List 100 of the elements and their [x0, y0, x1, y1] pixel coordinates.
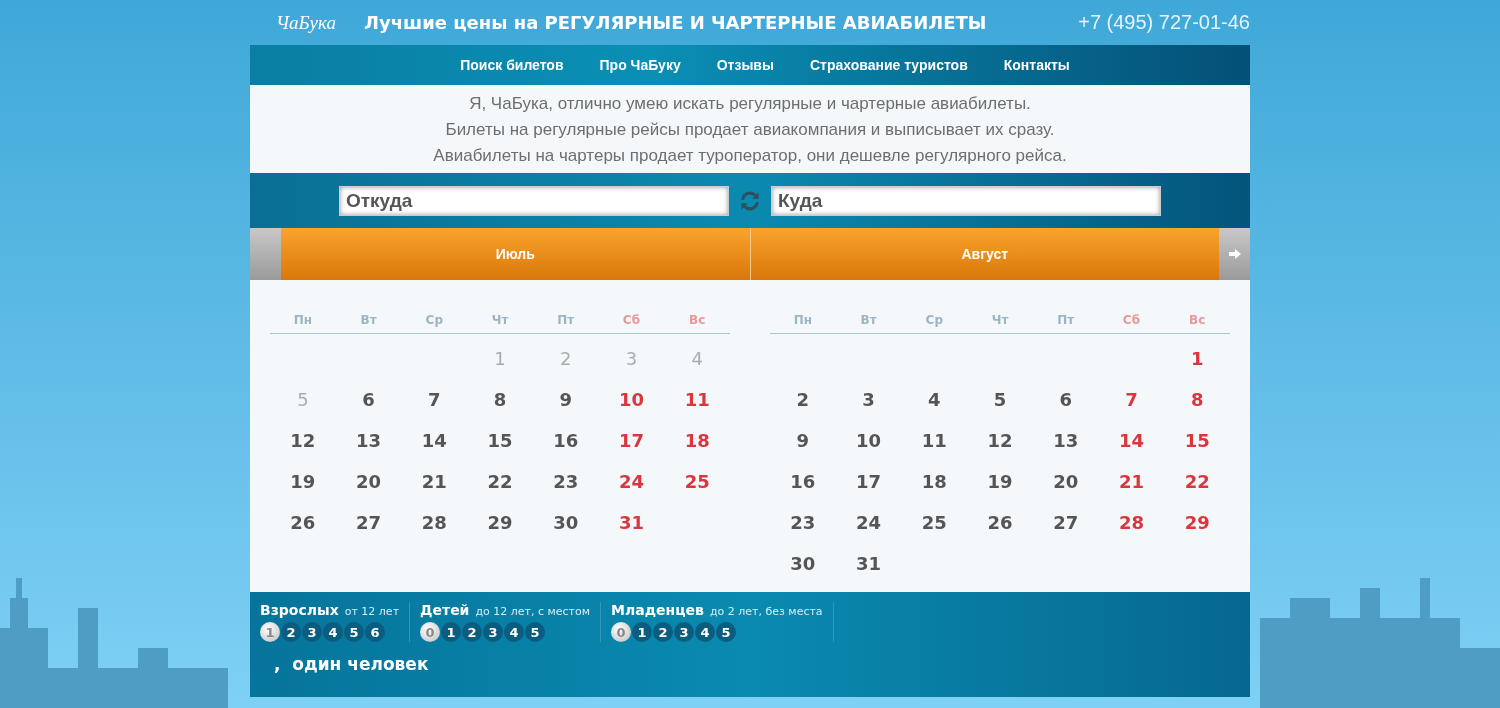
calendar-day[interactable]: 9	[532, 389, 599, 410]
calendar-day[interactable]: 7	[1098, 389, 1165, 410]
weekday-label: Пн	[792, 313, 814, 327]
weekday-label: Ср	[924, 313, 944, 327]
passenger-count-option[interactable]: 4	[323, 622, 343, 642]
calendar-day[interactable]: 21	[401, 471, 468, 492]
previous-month-button[interactable]	[250, 228, 281, 280]
passenger-count-option[interactable]: 2	[462, 622, 483, 642]
intro-text: Я, ЧаБука, отлично умею искать регулярные и чартерные авиабилеты.	[468, 93, 1032, 115]
calendar-day[interactable]: 5	[967, 389, 1033, 410]
calendar-day[interactable]: 6	[335, 389, 402, 410]
passenger-count-option[interactable]: 6	[365, 622, 385, 642]
calendar-day[interactable]: 10	[598, 389, 665, 410]
calendar-day[interactable]: 13	[1032, 430, 1099, 451]
passenger-count-option[interactable]: 1	[441, 622, 462, 642]
passenger-count-option[interactable]: 2	[281, 622, 301, 642]
calendar-day[interactable]: 22	[467, 471, 533, 492]
calendar-day[interactable]: 16	[770, 471, 836, 492]
passenger-count-option[interactable]: 3	[483, 622, 504, 642]
passenger-count-option[interactable]: 1	[632, 622, 653, 642]
calendar-day[interactable]: 25	[901, 512, 968, 533]
calendar-day[interactable]: 25	[664, 471, 731, 492]
site-title: Лучшие цены на РЕГУЛЯРНЫЕ И ЧАРТЕРНЫЕ АВИАБИЛЕТЫ	[364, 12, 987, 33]
calendar-day[interactable]: 27	[1032, 512, 1099, 533]
calendar-day[interactable]: 18	[901, 471, 968, 492]
calendar-day[interactable]: 26	[967, 512, 1033, 533]
calendar-day[interactable]: 19	[270, 471, 336, 492]
calendar-day[interactable]: 17	[598, 430, 665, 451]
calendar-day[interactable]: 10	[835, 430, 902, 451]
calendar-day[interactable]: 7	[401, 389, 468, 410]
calendar-day[interactable]: 23	[770, 512, 836, 533]
calendar-day[interactable]: 20	[335, 471, 402, 492]
calendar-day[interactable]: 13	[335, 430, 402, 451]
nav-link[interactable]: Про ЧаБуку	[599, 57, 681, 73]
calendar-day[interactable]: 14	[1098, 430, 1165, 451]
calendar-day[interactable]: 26	[270, 512, 336, 533]
calendar-day: 1	[467, 348, 533, 369]
calendar-day[interactable]: 8	[1164, 389, 1231, 410]
passenger-age-note: до 2 лет, без места	[709, 605, 823, 618]
calendar-day[interactable]: 31	[598, 512, 665, 533]
from-field[interactable]: Откуда	[339, 185, 729, 216]
calendar-day[interactable]: 14	[401, 430, 468, 451]
calendar-day[interactable]: 15	[1164, 430, 1231, 451]
calendar-day[interactable]: 30	[770, 553, 836, 574]
calendar-day[interactable]: 27	[335, 512, 402, 533]
calendar-day[interactable]: 1	[1164, 348, 1231, 369]
calendar-day[interactable]: 12	[967, 430, 1033, 451]
calendar-day[interactable]: 11	[901, 430, 968, 451]
arrow-right-icon	[1228, 249, 1241, 259]
weekday-label: Пн	[292, 313, 314, 327]
calendar-day[interactable]: 24	[598, 471, 665, 492]
weekday-label: Ср	[424, 313, 444, 327]
weekday-label: Вт	[359, 313, 378, 327]
passenger-age-note: от 12 лет	[344, 605, 400, 618]
passenger-count-option[interactable]: 4	[695, 622, 716, 642]
passenger-count-option[interactable]: 4	[504, 622, 525, 642]
calendar-day[interactable]: 28	[401, 512, 468, 533]
calendar-day[interactable]: 3	[835, 389, 902, 410]
calendar-day[interactable]: 19	[967, 471, 1033, 492]
calendar-day[interactable]: 29	[1164, 512, 1231, 533]
nav-link[interactable]: Отзывы	[716, 57, 774, 73]
calendar-day: 3	[598, 348, 665, 369]
calendar-day[interactable]: 24	[835, 512, 902, 533]
calendar-day[interactable]: 23	[532, 471, 599, 492]
calendar-day[interactable]: 15	[467, 430, 533, 451]
calendar-day[interactable]: 29	[467, 512, 533, 533]
passenger-count-option[interactable]: 5	[525, 622, 546, 642]
passenger-count-option[interactable]: 3	[674, 622, 695, 642]
calendar-day[interactable]: 12	[270, 430, 336, 451]
intro-text: Билеты на регулярные рейсы продает авиакомпания и выписывает их сразу.	[444, 119, 1056, 141]
calendar-day[interactable]: 11	[664, 389, 731, 410]
calendar-day[interactable]: 16	[532, 430, 599, 451]
passenger-type-label: Младенцев	[611, 602, 704, 618]
calendar-day[interactable]: 22	[1164, 471, 1231, 492]
calendar-day[interactable]: 31	[835, 553, 902, 574]
calendar-day[interactable]: 9	[770, 430, 836, 451]
calendar-day[interactable]: 8	[467, 389, 533, 410]
next-month-button[interactable]	[1219, 228, 1250, 280]
passenger-count-option[interactable]: 3	[302, 622, 322, 642]
calendar-day[interactable]: 6	[1032, 389, 1099, 410]
calendar-day[interactable]: 28	[1098, 512, 1165, 533]
nav-link[interactable]: Поиск билетов	[460, 57, 564, 73]
nav-link[interactable]: Контакты	[1003, 57, 1070, 73]
passenger-type-label: Взрослых	[260, 602, 339, 618]
weekday-label: Пт	[556, 313, 576, 327]
calendar-day[interactable]: 4	[901, 389, 968, 410]
calendar-day[interactable]: 21	[1098, 471, 1165, 492]
passenger-count-option[interactable]: 5	[344, 622, 364, 642]
calendar-day[interactable]: 2	[770, 389, 836, 410]
weekday-label: Чт	[490, 313, 510, 327]
nav-link[interactable]: Страхование туристов	[809, 57, 968, 73]
calendar-day[interactable]: 20	[1032, 471, 1099, 492]
calendar-day[interactable]: 30	[532, 512, 599, 533]
to-field[interactable]: Куда	[771, 185, 1161, 216]
calendar-day[interactable]: 18	[664, 430, 731, 451]
weekday-label: Пт	[1056, 313, 1076, 327]
passenger-count-option[interactable]: 2	[653, 622, 674, 642]
calendar-day: 5	[270, 389, 336, 410]
passenger-count-option[interactable]: 5	[716, 622, 737, 642]
calendar-day[interactable]: 17	[835, 471, 902, 492]
